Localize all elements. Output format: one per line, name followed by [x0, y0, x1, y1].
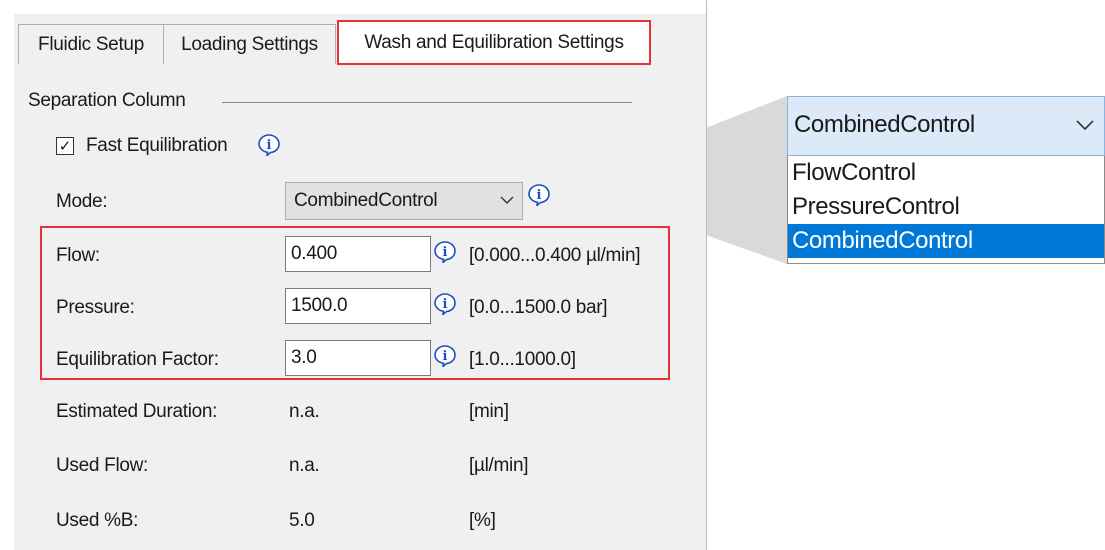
flow-label: Flow: [56, 245, 100, 266]
pressure-range: [0.0...1500.0 bar] [469, 297, 608, 318]
mode-combobox[interactable]: CombinedControl [285, 182, 523, 220]
equilibration-factor-label: Equilibration Factor: [56, 349, 219, 370]
dropdown-option-combinedcontrol[interactable]: CombinedControl [788, 224, 1104, 258]
mode-dropdown-zoom: CombinedControl FlowControl PressureCont… [787, 96, 1105, 264]
fast-equilibration-label: Fast Equilibration [86, 135, 228, 156]
mode-label: Mode: [56, 191, 108, 212]
tab-panel: Separation Column ✓ Fast Equilibration i… [14, 64, 706, 550]
info-icon[interactable]: i [434, 241, 456, 263]
used-flow-label: Used Flow: [56, 455, 149, 476]
info-icon[interactable]: i [528, 184, 550, 206]
equilibration-factor-field[interactable]: 3.0 [285, 340, 431, 376]
pressure-label: Pressure: [56, 297, 135, 318]
info-icon[interactable]: i [434, 293, 456, 315]
dropdown-option-pressurecontrol[interactable]: PressureControl [788, 190, 1104, 224]
svg-text:i: i [443, 297, 448, 312]
svg-text:i: i [537, 188, 542, 203]
used-flow-value: n.a. [289, 455, 320, 476]
tab-wash-equilibration-settings[interactable]: Wash and Equilibration Settings [337, 20, 651, 65]
info-icon[interactable]: i [434, 345, 456, 367]
tab-fluidic-setup[interactable]: Fluidic Setup [18, 24, 164, 64]
tab-strip: Fluidic Setup Loading Settings Wash and … [14, 14, 706, 65]
mode-combobox-value: CombinedControl [294, 190, 438, 211]
chevron-down-icon [500, 196, 514, 204]
info-icon[interactable]: i [258, 134, 280, 156]
pressure-field[interactable]: 1500.0 [285, 288, 431, 324]
estimated-duration-label: Estimated Duration: [56, 401, 218, 422]
zoom-combobox[interactable]: CombinedControl [787, 96, 1105, 156]
dropdown-list: FlowControl PressureControl CombinedCont… [787, 156, 1105, 264]
settings-dialog: Fluidic Setup Loading Settings Wash and … [0, 0, 707, 550]
used-flow-unit: [µl/min] [469, 455, 529, 476]
zoom-combobox-value: CombinedControl [794, 111, 975, 138]
flow-field[interactable]: 0.400 [285, 236, 431, 272]
equilibration-factor-range: [1.0...1000.0] [469, 349, 576, 370]
svg-text:i: i [267, 138, 272, 153]
estimated-duration-value: n.a. [289, 401, 320, 422]
used-b-label: Used %B: [56, 510, 139, 531]
used-b-unit: [%] [469, 510, 496, 531]
estimated-duration-unit: [min] [469, 401, 509, 422]
svg-text:i: i [443, 349, 448, 364]
checkmark-icon: ✓ [58, 137, 72, 155]
fast-equilibration-checkbox[interactable]: ✓ [56, 137, 74, 155]
used-b-value: 5.0 [289, 510, 315, 531]
chevron-down-icon [1076, 120, 1094, 131]
dropdown-option-flowcontrol[interactable]: FlowControl [788, 156, 1104, 190]
group-label-separation-column: Separation Column [28, 90, 186, 111]
group-divider [222, 102, 632, 103]
flow-range: [0.000...0.400 µl/min] [469, 245, 641, 266]
tab-loading-settings[interactable]: Loading Settings [163, 24, 336, 64]
svg-text:i: i [443, 245, 448, 260]
